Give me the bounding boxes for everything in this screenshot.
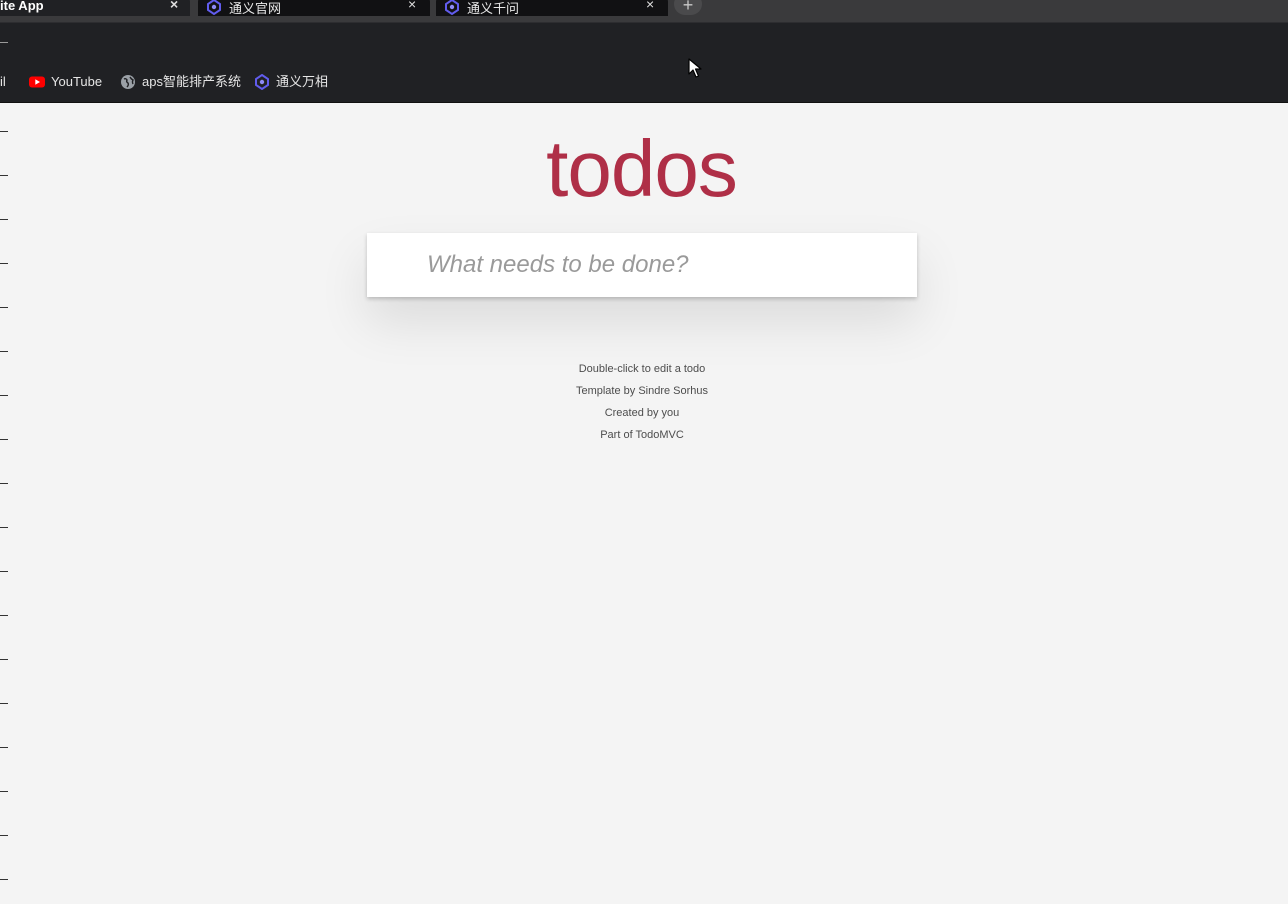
tab-title: ite App [0, 0, 44, 13]
tongyi-icon [207, 0, 221, 15]
tab-tongyi-official[interactable]: 通义官网 × [198, 0, 430, 16]
bookmark-label: aps智能排产系统 [142, 74, 241, 89]
info-edit-hint: Double-click to edit a todo [578, 363, 706, 375]
ruler-tick [0, 791, 8, 792]
info-created-by: Created by you [604, 407, 680, 419]
tab-tongyi-qianwen[interactable]: 通义千问 × [436, 0, 668, 16]
ruler-tick [0, 527, 8, 528]
new-todo-input[interactable] [367, 233, 917, 297]
tongyi-icon [255, 74, 269, 90]
ruler-tick [0, 703, 8, 704]
ruler-tick [0, 263, 8, 264]
mouse-cursor-icon [688, 58, 702, 78]
tab-title: 通义官网 [229, 1, 282, 16]
globe-icon [121, 75, 135, 89]
ruler-tick [0, 747, 8, 748]
youtube-icon [29, 76, 45, 88]
browser-tab-strip: ite App × 通义官网 × 通义千问 × + [0, 0, 1288, 22]
tab-vite-app[interactable]: ite App × [0, 0, 190, 16]
ruler-tick [0, 219, 8, 220]
info-footer: Double-click to edit a todo Template by … [0, 358, 1284, 446]
ruler-tick [0, 571, 8, 572]
info-template-credit: Template by Sindre Sorhus [575, 385, 709, 397]
page-title: todos [546, 124, 738, 213]
bookmark-label: il [0, 74, 6, 89]
ruler-tick [0, 659, 8, 660]
new-tab-button[interactable]: + [674, 0, 702, 15]
tab-title: 通义千问 [467, 1, 520, 16]
ruler-tick [0, 307, 8, 308]
ruler-tick [0, 351, 8, 352]
todo-app-card [367, 233, 917, 297]
bookmarks-bar: il YouTube aps智能排产系统 通义万相 [0, 62, 1288, 103]
tongyi-icon [445, 0, 459, 15]
toolbar-edge-mark [0, 42, 8, 43]
ruler-tick [0, 835, 8, 836]
bookmark-label: YouTube [51, 74, 103, 89]
ruler-tick [0, 879, 8, 880]
close-icon[interactable]: × [408, 0, 416, 12]
ruler-tick [0, 483, 8, 484]
bookmark-label: 通义万相 [276, 74, 329, 89]
close-icon[interactable]: × [170, 0, 178, 12]
close-icon[interactable]: × [646, 0, 654, 12]
ruler-tick [0, 615, 8, 616]
address-bar-row [0, 22, 1288, 63]
info-part-of-todomvc: Part of TodoMVC [600, 429, 684, 441]
